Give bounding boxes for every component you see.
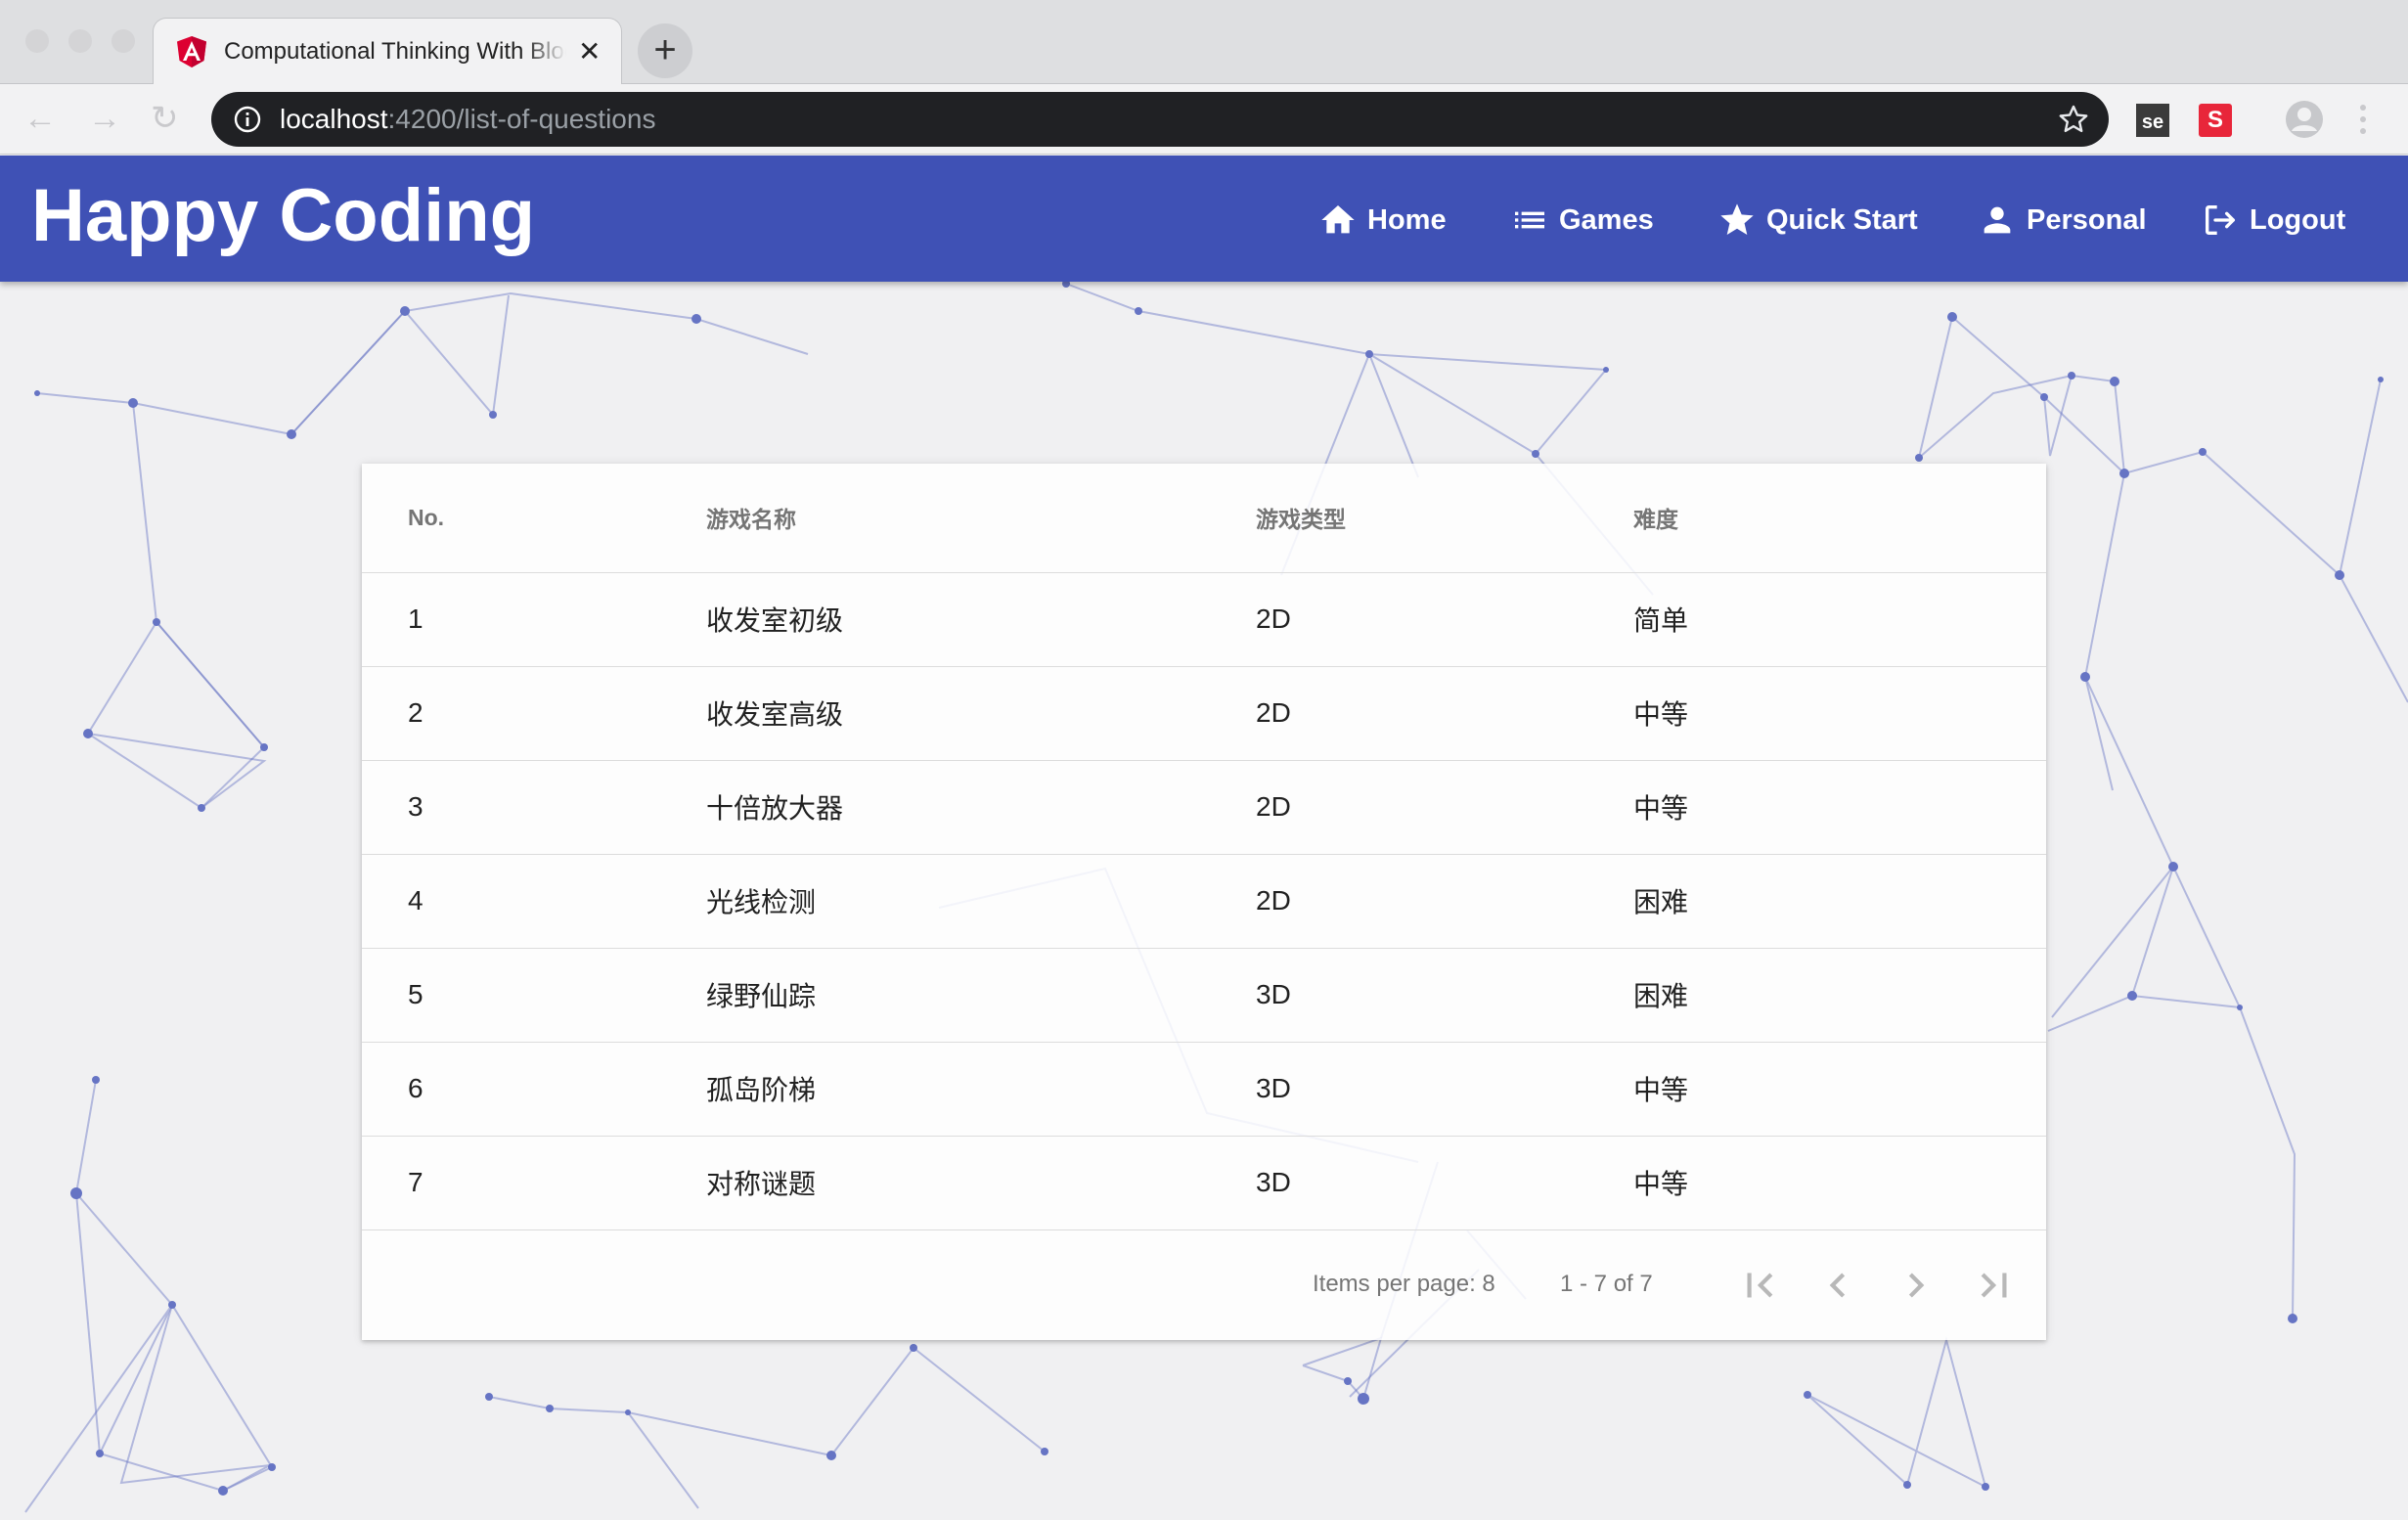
browser-tab[interactable]: Computational Thinking With Blockly ✕ xyxy=(153,18,622,84)
column-header-game-name: 游戏名称 xyxy=(706,464,1256,573)
cell-game-type: 2D xyxy=(1256,666,1633,761)
cell-game-type: 2D xyxy=(1256,572,1633,667)
nav-quick-start[interactable]: Quick Start xyxy=(1717,199,1918,242)
bookmark-star-icon[interactable] xyxy=(2058,104,2089,135)
column-header-game-type: 游戏类型 xyxy=(1256,464,1633,573)
address-bar[interactable]: localhost:4200/list-of-questions xyxy=(211,92,2109,147)
cell-no: 4 xyxy=(362,854,706,949)
cell-difficulty: 中等 xyxy=(1633,1136,2046,1230)
last-page-icon xyxy=(1981,1273,2007,1298)
window-close-dot[interactable] xyxy=(25,29,49,53)
nav-logout[interactable]: Logout xyxy=(2201,199,2345,242)
table-row[interactable]: 2 收发室高级 2D 中等 xyxy=(362,666,2046,761)
cell-game-type: 3D xyxy=(1256,1136,1633,1230)
table-row[interactable]: 5 绿野仙踪 3D 困难 xyxy=(362,948,2046,1043)
new-tab-button[interactable]: + xyxy=(638,23,692,78)
chevron-left-icon xyxy=(1829,1273,1846,1298)
cell-no: 3 xyxy=(362,760,706,855)
browser-menu-icon[interactable] xyxy=(2355,100,2371,139)
cell-no: 5 xyxy=(362,948,706,1043)
selenium-extension-icon[interactable]: se xyxy=(2136,104,2169,137)
brand-title[interactable]: Happy Coding xyxy=(31,179,535,253)
cell-no: 2 xyxy=(362,666,706,761)
cell-game-type: 2D xyxy=(1256,760,1633,855)
first-page-icon xyxy=(1747,1273,1773,1298)
questions-table: No. 游戏名称 游戏类型 难度 1 收发室初级 2D 简单 2 收发室高级 2… xyxy=(362,464,2046,1230)
table-row[interactable]: 1 收发室初级 2D 简单 xyxy=(362,572,2046,667)
person-icon xyxy=(1984,206,2011,234)
url-text: localhost:4200/list-of-questions xyxy=(280,104,655,135)
last-page-button[interactable] xyxy=(1970,1261,2019,1310)
table-row[interactable]: 7 对称谜题 3D 中等 xyxy=(362,1136,2046,1230)
items-per-page[interactable]: Items per page: 8 xyxy=(1313,1271,1495,1298)
cell-difficulty: 中等 xyxy=(1633,1042,2046,1137)
home-icon xyxy=(1321,205,1355,234)
list-icon xyxy=(1515,211,1544,229)
star-icon xyxy=(1720,203,1754,235)
cell-game-type: 3D xyxy=(1256,1042,1633,1137)
cell-game-name: 对称谜题 xyxy=(706,1136,1256,1230)
browser-toolbar: ← → ↻ localhost:4200/list-of-questions s… xyxy=(0,84,2408,155)
table-paginator: Items per page: 8 1 - 7 of 7 xyxy=(362,1229,2046,1340)
cell-game-name: 绿野仙踪 xyxy=(706,948,1256,1043)
table-row[interactable]: 6 孤岛阶梯 3D 中等 xyxy=(362,1042,2046,1137)
angular-favicon-icon xyxy=(177,35,206,67)
first-page-button[interactable] xyxy=(1735,1261,1784,1310)
cell-game-type: 3D xyxy=(1256,948,1633,1043)
chevron-right-icon xyxy=(1908,1273,1925,1298)
cell-no: 6 xyxy=(362,1042,706,1137)
column-header-difficulty: 难度 xyxy=(1633,464,2046,573)
page-range-label: 1 - 7 of 7 xyxy=(1560,1271,1653,1297)
nav-logout-label: Logout xyxy=(2250,203,2346,236)
site-info-icon[interactable] xyxy=(233,105,262,134)
tab-title: Computational Thinking With Blockly xyxy=(224,37,566,65)
column-header-no: No. xyxy=(362,464,706,573)
nav-games-label: Games xyxy=(1559,203,1654,236)
cell-difficulty: 中等 xyxy=(1633,666,2046,761)
nav-personal-label: Personal xyxy=(2027,203,2147,236)
back-arrow-icon[interactable]: ← xyxy=(23,102,57,135)
cell-game-name: 收发室高级 xyxy=(706,666,1256,761)
previous-page-button[interactable] xyxy=(1813,1261,1862,1310)
nav-personal[interactable]: Personal xyxy=(1978,199,2147,242)
cell-difficulty: 简单 xyxy=(1633,572,2046,667)
cell-game-name: 收发室初级 xyxy=(706,572,1256,667)
nav-home[interactable]: Home xyxy=(1318,199,1447,242)
nav-games[interactable]: Games xyxy=(1510,199,1654,242)
window-zoom-dot[interactable] xyxy=(111,29,135,53)
nav-quick-start-label: Quick Start xyxy=(1766,203,1918,236)
tab-close-icon[interactable]: ✕ xyxy=(578,37,601,66)
cell-difficulty: 中等 xyxy=(1633,760,2046,855)
url-host: localhost xyxy=(280,104,388,134)
table-header-row: No. 游戏名称 游戏类型 难度 xyxy=(362,464,2046,573)
table-row[interactable]: 3 十倍放大器 2D 中等 xyxy=(362,760,2046,855)
logout-icon xyxy=(2206,205,2235,235)
cell-difficulty: 困难 xyxy=(1633,854,2046,949)
cell-game-type: 2D xyxy=(1256,854,1633,949)
next-page-button[interactable] xyxy=(1892,1261,1940,1310)
cell-game-name: 孤岛阶梯 xyxy=(706,1042,1256,1137)
s-extension-icon[interactable]: S xyxy=(2199,104,2232,137)
nav-home-label: Home xyxy=(1367,203,1447,236)
window-minimize-dot[interactable] xyxy=(68,29,92,53)
cell-no: 7 xyxy=(362,1136,706,1230)
cell-difficulty: 困难 xyxy=(1633,948,2046,1043)
questions-table-card: No. 游戏名称 游戏类型 难度 1 收发室初级 2D 简单 2 收发室高级 2… xyxy=(362,464,2046,1340)
reload-icon[interactable]: ↻ xyxy=(151,102,179,135)
cell-no: 1 xyxy=(362,572,706,667)
forward-arrow-icon[interactable]: → xyxy=(88,102,121,135)
cell-game-name: 光线检测 xyxy=(706,854,1256,949)
table-row[interactable]: 4 光线检测 2D 困难 xyxy=(362,854,2046,949)
cell-game-name: 十倍放大器 xyxy=(706,760,1256,855)
app-header: Happy Coding Home Games Quick Start Pers… xyxy=(0,156,2408,282)
url-path: :4200/list-of-questions xyxy=(387,104,656,134)
profile-avatar-icon[interactable] xyxy=(2285,100,2324,139)
browser-tab-strip: Computational Thinking With Blockly ✕ + xyxy=(0,0,2408,84)
